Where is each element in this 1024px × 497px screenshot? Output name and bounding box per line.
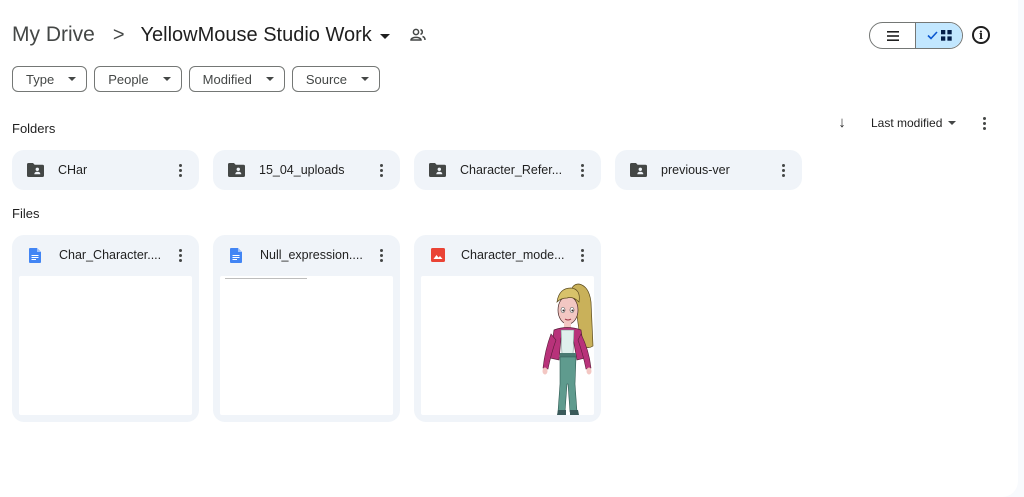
folder-more-options-icon[interactable] xyxy=(375,163,387,177)
file-thumbnail[interactable] xyxy=(421,276,594,415)
caret-down-icon xyxy=(379,33,390,39)
chip-label: Type xyxy=(26,71,55,87)
filter-source-chip[interactable]: Source xyxy=(291,66,381,92)
folder-name: Character_Refer... xyxy=(460,163,563,177)
filter-type-chip[interactable]: Type xyxy=(12,66,88,92)
checkmark-icon xyxy=(926,31,938,40)
files-heading: Files xyxy=(12,206,40,221)
folder-card[interactable]: CHar xyxy=(12,150,199,190)
current-folder-title: YellowMouse Studio Work xyxy=(140,23,372,46)
current-folder-menu[interactable]: YellowMouse Studio Work xyxy=(141,24,390,47)
caret-down-icon xyxy=(361,77,370,81)
file-more-options-icon[interactable] xyxy=(375,248,387,262)
folder-name: 15_04_uploads xyxy=(259,163,345,177)
image-file-icon xyxy=(431,248,447,262)
file-thumbnail[interactable] xyxy=(220,276,393,415)
caret-down-icon xyxy=(948,120,957,125)
folder-more-options-icon[interactable] xyxy=(576,163,588,177)
view-mode-toggle xyxy=(869,22,963,49)
file-thumbnail[interactable] xyxy=(19,276,192,415)
list-view-button[interactable] xyxy=(870,23,916,48)
shared-folder-icon xyxy=(27,163,46,177)
google-doc-icon xyxy=(230,247,246,263)
chip-label: Modified xyxy=(202,71,252,87)
google-doc-icon xyxy=(29,247,45,263)
file-card[interactable]: Char_Character.... xyxy=(12,235,199,422)
shared-folder-icon xyxy=(228,163,247,177)
file-more-options-icon[interactable] xyxy=(576,248,588,262)
file-name: Character_mode... xyxy=(461,248,565,262)
file-name: Null_expression.... xyxy=(260,248,363,262)
sort-direction-arrow-icon[interactable]: ↓ xyxy=(832,114,852,131)
file-name: Char_Character.... xyxy=(59,248,162,262)
caret-down-icon xyxy=(68,77,77,81)
filter-modified-chip[interactable]: Modified xyxy=(188,66,285,92)
filter-people-chip[interactable]: People xyxy=(94,66,182,92)
folder-card[interactable]: Character_Refer... xyxy=(414,150,601,190)
shared-folder-icon xyxy=(429,163,448,177)
folders-heading: Folders xyxy=(12,121,56,136)
breadcrumb-my-drive[interactable]: My Drive xyxy=(12,23,95,47)
caret-down-icon xyxy=(162,77,171,81)
file-card[interactable]: Character_mode... xyxy=(414,235,601,422)
document-text-line xyxy=(225,278,307,279)
list-icon xyxy=(886,30,899,41)
filter-bar: Type People Modified Source xyxy=(12,66,381,92)
file-card[interactable]: Null_expression.... xyxy=(213,235,400,422)
folder-name: CHar xyxy=(58,163,88,177)
more-options-icon[interactable] xyxy=(978,117,990,130)
caret-down-icon xyxy=(265,77,274,81)
file-more-options-icon[interactable] xyxy=(174,248,186,262)
breadcrumb: My Drive > YellowMouse Studio Work xyxy=(12,20,426,50)
folder-card[interactable]: 15_04_uploads xyxy=(213,150,400,190)
character-illustration xyxy=(542,283,594,415)
sort-controls: ↓ Last modified xyxy=(832,114,957,131)
grid-icon xyxy=(940,30,952,41)
folder-more-options-icon[interactable] xyxy=(174,163,186,177)
drive-main-panel: My Drive > YellowMouse Studio Work i Typ… xyxy=(0,0,1018,497)
sort-field-label[interactable]: Last modified xyxy=(871,116,942,130)
folder-name: previous-ver xyxy=(661,163,730,177)
chevron-right-icon: > xyxy=(112,23,125,46)
grid-view-button[interactable] xyxy=(916,23,962,48)
shared-people-icon[interactable] xyxy=(410,28,426,42)
chip-label: People xyxy=(108,71,149,87)
info-icon[interactable]: i xyxy=(972,26,990,44)
chip-label: Source xyxy=(305,71,348,87)
folder-card[interactable]: previous-ver xyxy=(615,150,802,190)
shared-folder-icon xyxy=(630,163,649,177)
folder-more-options-icon[interactable] xyxy=(777,163,789,177)
